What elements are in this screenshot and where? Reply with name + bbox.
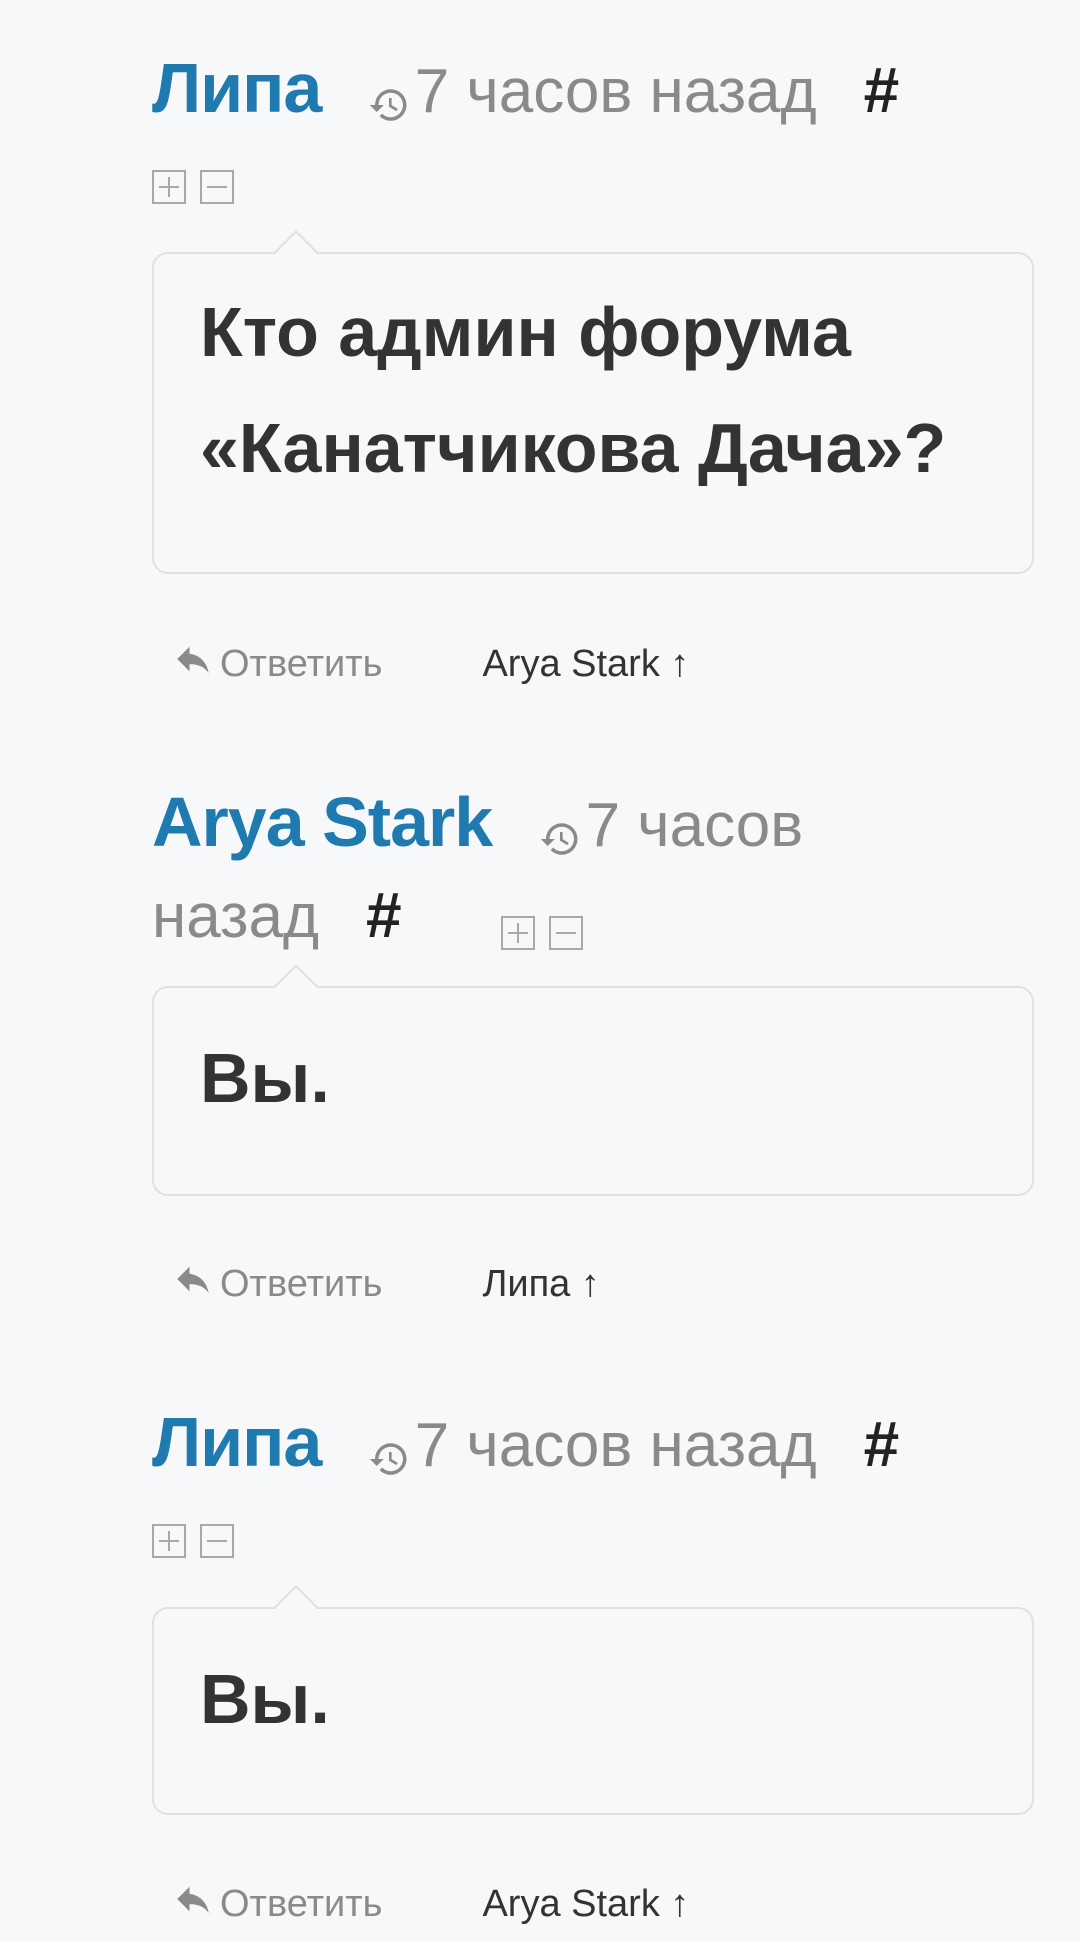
expand-icon[interactable] xyxy=(152,1524,186,1558)
comment-body: Кто админ форума «Канатчикова Дача»? xyxy=(152,230,1034,574)
author-link[interactable]: Липа xyxy=(152,1403,322,1481)
comment-body: Вы. xyxy=(152,1585,1034,1815)
collapse-icon[interactable] xyxy=(548,915,583,950)
parent-comment-link[interactable]: Липа ↑ xyxy=(482,1263,599,1306)
permalink-hash[interactable]: # xyxy=(864,54,900,126)
parent-comment-link[interactable]: Arya Stark ↑ xyxy=(482,643,689,686)
timestamp-link[interactable]: 7 часов назад xyxy=(415,1411,817,1480)
timestamp-link-continued[interactable]: назад xyxy=(152,882,319,951)
comment-body: Вы. xyxy=(152,964,1034,1196)
author-link[interactable]: Липа xyxy=(152,49,322,127)
reply-button[interactable]: Ответить xyxy=(172,1258,382,1310)
comment-actions: Ответить Липа ↑ xyxy=(172,1258,600,1310)
reply-button[interactable]: Ответить xyxy=(172,638,382,690)
timestamp-link[interactable]: 7 часов назад xyxy=(415,57,817,126)
parent-comment-link[interactable]: Arya Stark ↑ xyxy=(482,1883,689,1926)
permalink-hash[interactable]: # xyxy=(366,879,402,951)
comment-text-line: Кто админ форума xyxy=(200,293,851,371)
thread-toggles xyxy=(152,1524,234,1558)
comment-header: Липа 7 часов назад # xyxy=(152,1402,899,1485)
author-link[interactable]: Arya Stark xyxy=(152,783,493,861)
reply-label: Ответить xyxy=(220,1262,383,1305)
reply-label: Ответить xyxy=(220,1882,383,1925)
history-icon xyxy=(368,84,410,131)
comment-text-line: «Канатчикова Дача»? xyxy=(200,409,947,487)
permalink-hash[interactable]: # xyxy=(864,1408,900,1480)
collapse-icon[interactable] xyxy=(200,170,234,204)
reply-icon xyxy=(172,1878,214,1930)
thread-toggles xyxy=(500,915,583,950)
comment-header: Липа 7 часов назад # xyxy=(152,48,899,131)
comment-header-wrap: назад # xyxy=(152,878,583,952)
timestamp-link[interactable]: 7 часов xyxy=(586,791,804,860)
comment-text-line: Вы. xyxy=(200,1039,330,1117)
history-icon xyxy=(539,818,581,865)
collapse-icon[interactable] xyxy=(200,1524,234,1558)
comment-text-line: Вы. xyxy=(200,1660,330,1738)
reply-icon xyxy=(172,638,214,690)
expand-icon[interactable] xyxy=(500,915,535,950)
thread-toggles xyxy=(152,170,234,204)
history-icon xyxy=(368,1438,410,1485)
comment-actions: Ответить Arya Stark ↑ xyxy=(172,1878,689,1930)
reply-icon xyxy=(172,1258,214,1310)
comment-header: Arya Stark 7 часов xyxy=(152,782,803,865)
reply-button[interactable]: Ответить xyxy=(172,1878,382,1930)
reply-label: Ответить xyxy=(220,642,383,685)
expand-icon[interactable] xyxy=(152,170,186,204)
comment-actions: Ответить Arya Stark ↑ xyxy=(172,638,689,690)
